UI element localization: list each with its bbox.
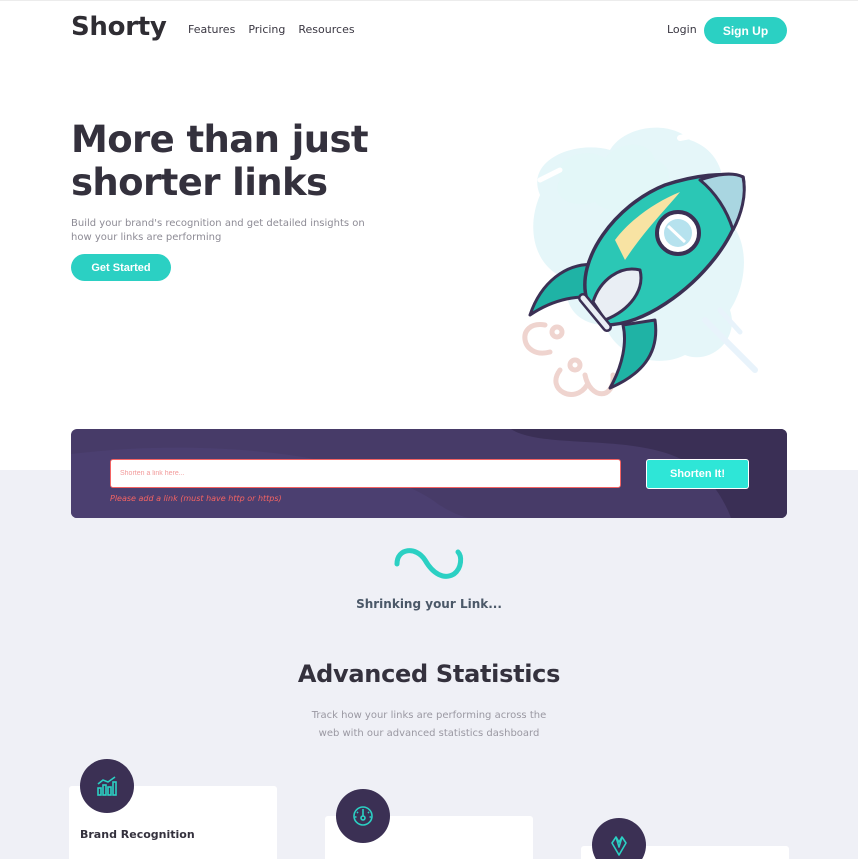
link-error-message: Please add a link (must have http or htt… <box>110 494 282 503</box>
loading-text: Shrinking your Link... <box>356 597 502 611</box>
shorten-panel: Please add a link (must have http or htt… <box>71 429 787 518</box>
statistics-subtitle: Track how your links are performing acro… <box>311 710 547 739</box>
page: Shorty Features Pricing Resources Login … <box>0 0 858 859</box>
logo[interactable]: Shorty <box>71 12 167 42</box>
bar-chart-icon <box>80 759 134 813</box>
sign-up-button[interactable]: Sign Up <box>704 17 787 44</box>
nav-features[interactable]: Features <box>188 23 235 36</box>
nav-pricing[interactable]: Pricing <box>248 23 285 36</box>
main-nav: Features Pricing Resources <box>188 23 355 36</box>
rocket-illustration <box>522 127 758 397</box>
feature-card-title: Brand Recognition <box>80 828 195 841</box>
statistics-title: Advanced Statistics <box>297 660 561 688</box>
loading-wave-icon <box>394 548 464 579</box>
get-started-button[interactable]: Get Started <box>71 254 171 281</box>
link-input[interactable] <box>110 459 621 488</box>
login-link[interactable]: Login <box>667 23 697 36</box>
speedometer-icon <box>336 789 390 843</box>
shorten-button[interactable]: Shorten It! <box>646 459 749 489</box>
hero-subtitle: Build your brand's recognition and get d… <box>71 218 365 243</box>
top-border <box>0 0 858 1</box>
nav-resources[interactable]: Resources <box>298 23 354 36</box>
hero-title: More than just shorter links <box>71 118 369 204</box>
